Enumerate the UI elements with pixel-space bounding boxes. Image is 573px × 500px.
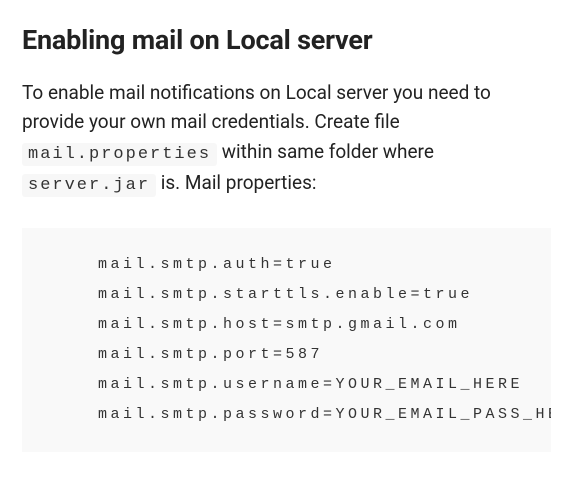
code-line: mail.smtp.password=YOUR_EMAIL_PASS_HERE (98, 406, 551, 423)
inline-code-mail-properties: mail.properties (22, 143, 217, 166)
code-block-mail-properties: mail.smtp.auth=true mail.smtp.starttls.e… (22, 228, 551, 452)
code-line: mail.smtp.starttls.enable=true (98, 286, 473, 303)
code-line: mail.smtp.username=YOUR_EMAIL_HERE (98, 376, 523, 393)
section-heading: Enabling mail on Local server (22, 24, 551, 56)
code-line: mail.smtp.auth=true (98, 256, 336, 273)
desc-text-1: To enable mail notifications on Local se… (22, 81, 491, 133)
desc-text-3: is. Mail properties: (156, 171, 316, 194)
inline-code-server-jar: server.jar (22, 174, 156, 197)
code-line: mail.smtp.host=smtp.gmail.com (98, 316, 461, 333)
desc-text-2: within same folder where (217, 140, 434, 163)
section-description: To enable mail notifications on Local se… (22, 78, 551, 200)
code-line: mail.smtp.port=587 (98, 346, 323, 363)
